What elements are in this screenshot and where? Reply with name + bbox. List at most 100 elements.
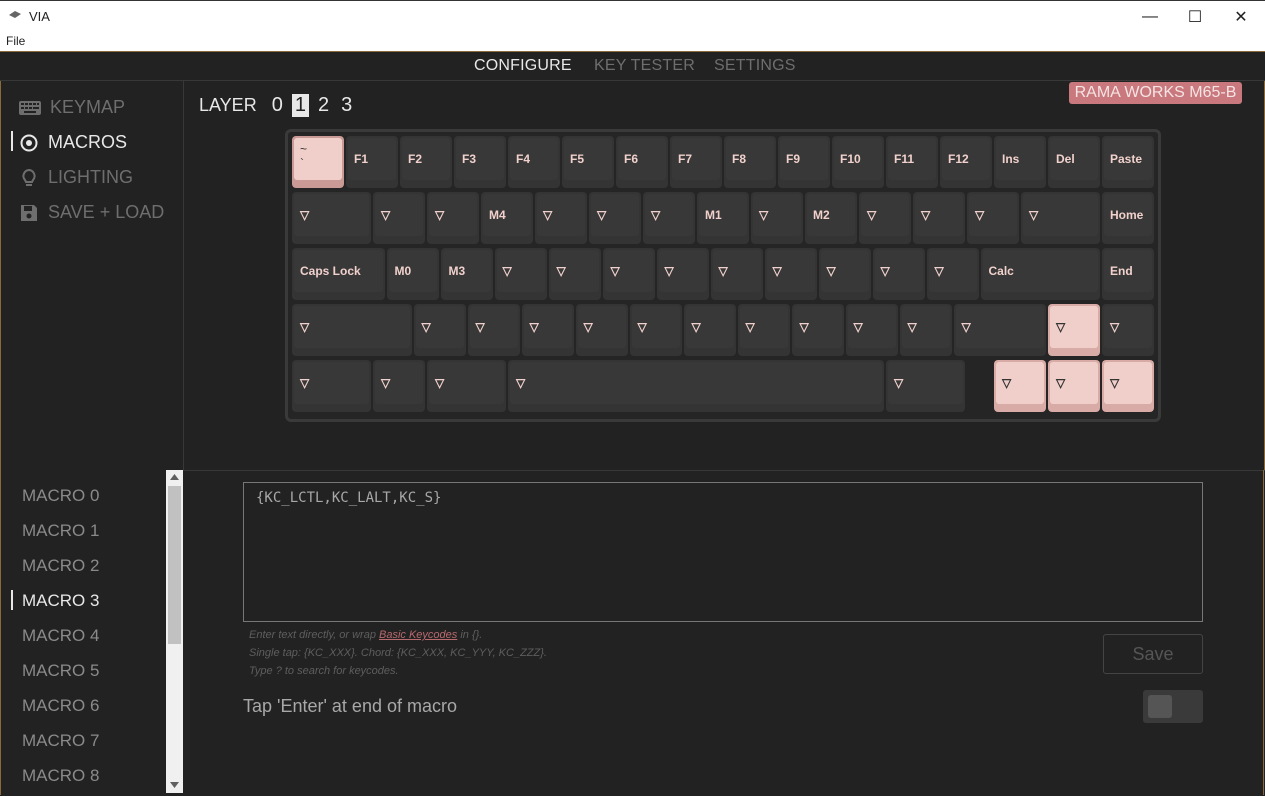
key-transparent[interactable]: ▽ (292, 304, 412, 356)
tab-settings[interactable]: SETTINGS (714, 57, 796, 75)
key-transparent[interactable]: ▽ (494, 248, 547, 300)
key-paste[interactable]: Paste (1102, 136, 1154, 188)
enter-at-end-toggle[interactable] (1143, 690, 1203, 723)
key-transparent[interactable]: ▽ (413, 304, 466, 356)
maximize-button[interactable]: ☐ (1172, 1, 1218, 32)
key-m2[interactable]: M2 (805, 192, 857, 244)
key-transparent[interactable]: ▽ (737, 304, 790, 356)
layer-3-button[interactable]: 3 (338, 94, 355, 117)
key-f6[interactable]: F6 (616, 136, 668, 188)
key-home[interactable]: Home (1102, 192, 1154, 244)
key-transparent[interactable]: ▽ (845, 304, 898, 356)
key-transparent[interactable]: ▽ (508, 360, 884, 412)
key-transparent[interactable]: ▽ (292, 192, 371, 244)
key-transparent[interactable]: ▽ (602, 248, 655, 300)
key-m4[interactable]: M4 (481, 192, 533, 244)
key-transparent[interactable]: ▽ (521, 304, 574, 356)
key-f1[interactable]: F1 (346, 136, 398, 188)
tab-key-tester[interactable]: KEY TESTER (594, 57, 695, 75)
key-transparent[interactable]: ▽ (1102, 304, 1154, 356)
macro-item-8[interactable]: MACRO 8 (22, 766, 99, 786)
key-transparent[interactable]: ▽ (859, 192, 911, 244)
scroll-up-icon[interactable] (170, 474, 179, 480)
key-transparent[interactable]: ▽ (1021, 192, 1100, 244)
sidebar-item-lighting[interactable]: LIGHTING (19, 167, 133, 188)
key-transparent[interactable]: ▽ (373, 360, 425, 412)
layer-0-button[interactable]: 0 (269, 94, 286, 117)
tab-configure[interactable]: CONFIGURE (474, 57, 572, 75)
key-transparent[interactable]: ▽ (629, 304, 682, 356)
key-del[interactable]: Del (1048, 136, 1100, 188)
key-m3[interactable]: M3 (440, 248, 493, 300)
key-f10[interactable]: F10 (832, 136, 884, 188)
key-transparent[interactable]: ▽ (535, 192, 587, 244)
layer-1-button[interactable]: 1 (291, 93, 309, 117)
macro-item-7[interactable]: MACRO 7 (22, 731, 99, 751)
key-f4[interactable]: F4 (508, 136, 560, 188)
macro-item-6[interactable]: MACRO 6 (22, 696, 99, 716)
key-transparent[interactable]: ▽ (886, 360, 965, 412)
key-transparent[interactable]: ▽ (994, 360, 1046, 412)
key-grave-tilde[interactable]: ~ ` (292, 136, 344, 188)
key-transparent[interactable]: ▽ (1048, 360, 1100, 412)
key-transparent[interactable]: ▽ (656, 248, 709, 300)
key-transparent[interactable]: ▽ (643, 192, 695, 244)
key-m1[interactable]: M1 (697, 192, 749, 244)
key-transparent[interactable]: ▽ (953, 304, 1046, 356)
key-calc[interactable]: Calc (980, 248, 1100, 300)
key-transparent[interactable]: ▽ (373, 192, 425, 244)
macro-list-scrollbar[interactable] (166, 470, 183, 793)
key-transparent[interactable]: ▽ (899, 304, 952, 356)
key-transparent[interactable]: ▽ (548, 248, 601, 300)
key-f12[interactable]: F12 (940, 136, 992, 188)
minimize-button[interactable]: — (1127, 1, 1173, 32)
key-f8[interactable]: F8 (724, 136, 776, 188)
sidebar-item-keymap[interactable]: KEYMAP (19, 97, 125, 118)
key-transparent[interactable]: ▽ (926, 248, 979, 300)
key-transparent[interactable]: ▽ (791, 304, 844, 356)
scroll-down-icon[interactable] (170, 782, 179, 788)
basic-keycodes-link[interactable]: Basic Keycodes (379, 629, 457, 641)
key-transparent[interactable]: ▽ (818, 248, 871, 300)
key-transparent[interactable]: ▽ (967, 192, 1019, 244)
sidebar-item-save-load[interactable]: SAVE + LOAD (19, 202, 164, 223)
key-f7[interactable]: F7 (670, 136, 722, 188)
key-f5[interactable]: F5 (562, 136, 614, 188)
key-f2[interactable]: F2 (400, 136, 452, 188)
key-caps-lock[interactable]: Caps Lock (292, 248, 385, 300)
macro-item-1[interactable]: MACRO 1 (22, 521, 99, 541)
key-transparent[interactable]: ▽ (872, 248, 925, 300)
macro-item-4[interactable]: MACRO 4 (22, 626, 99, 646)
key-end[interactable]: End (1102, 248, 1154, 300)
key-transparent[interactable]: ▽ (913, 192, 965, 244)
key-ins[interactable]: Ins (994, 136, 1046, 188)
key-transparent[interactable]: ▽ (1048, 304, 1100, 356)
macro-item-5[interactable]: MACRO 5 (22, 661, 99, 681)
key-transparent[interactable]: ▽ (589, 192, 641, 244)
macro-item-3[interactable]: MACRO 3 (22, 591, 99, 611)
macro-item-0[interactable]: MACRO 0 (22, 486, 99, 506)
key-transparent[interactable]: ▽ (292, 360, 371, 412)
key-f9[interactable]: F9 (778, 136, 830, 188)
key-transparent[interactable]: ▽ (1102, 360, 1154, 412)
sidebar-item-macros[interactable]: MACROS (19, 132, 127, 153)
menu-file[interactable]: File (6, 34, 25, 48)
key-transparent[interactable]: ▽ (683, 304, 736, 356)
key-transparent[interactable]: ▽ (710, 248, 763, 300)
save-button[interactable]: Save (1103, 634, 1203, 674)
key-f3[interactable]: F3 (454, 136, 506, 188)
scrollbar-thumb[interactable] (168, 486, 181, 644)
macro-editor-textarea[interactable]: {KC_LCTL,KC_LALT,KC_S} (243, 482, 1203, 622)
keycap-label: ▽ (523, 306, 572, 348)
key-transparent[interactable]: ▽ (427, 192, 479, 244)
key-transparent[interactable]: ▽ (575, 304, 628, 356)
macro-item-2[interactable]: MACRO 2 (22, 556, 99, 576)
layer-2-button[interactable]: 2 (315, 94, 332, 117)
key-f11[interactable]: F11 (886, 136, 938, 188)
key-transparent[interactable]: ▽ (427, 360, 506, 412)
key-transparent[interactable]: ▽ (751, 192, 803, 244)
key-transparent[interactable]: ▽ (467, 304, 520, 356)
key-transparent[interactable]: ▽ (764, 248, 817, 300)
close-button[interactable]: ✕ (1218, 1, 1264, 32)
key-m0[interactable]: M0 (386, 248, 439, 300)
